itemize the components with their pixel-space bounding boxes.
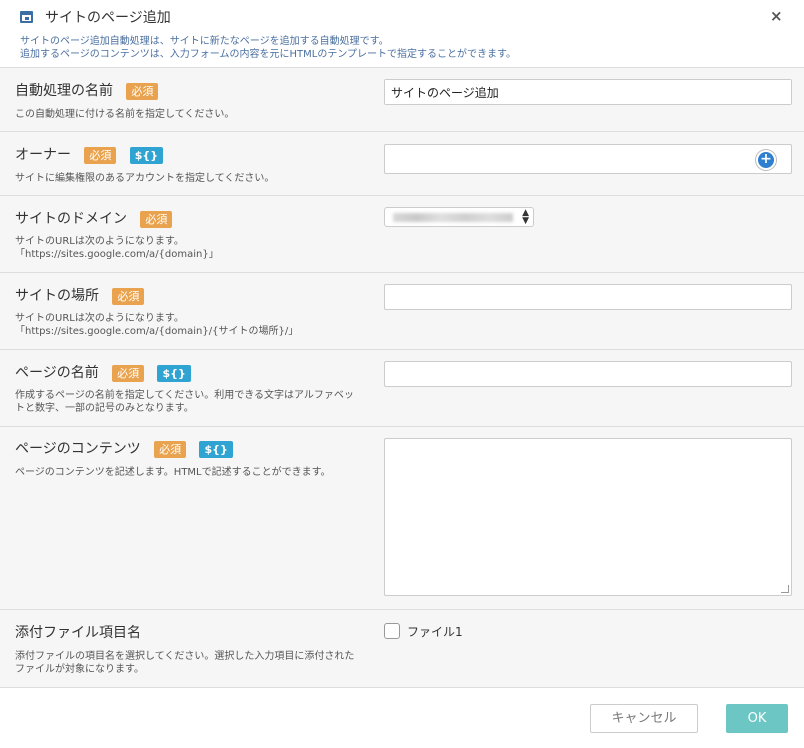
dialog-description-line2: 追加するページのコンテンツは、入力フォームの内容を元にHTMLのテンプレートで指… — [20, 49, 517, 60]
domain-select-value — [393, 213, 513, 222]
dialog-header: サイトのページ追加 × サイトのページ追加自動処理は、サイトに新たなページを追加… — [0, 0, 804, 68]
page-name-input[interactable] — [384, 361, 792, 387]
field-row-page-name: ページの名前 必須 ${} 作成するページの名前を指定してください。利用できる文… — [0, 350, 804, 427]
dialog-title: サイトのページ追加 — [45, 10, 171, 26]
add-owner-icon[interactable]: + — [756, 150, 776, 170]
updown-arrow-icon: ▲ ▼ — [522, 208, 529, 226]
field-help-content: ページのコンテンツを記述します。HTMLで記述することができます。 — [15, 467, 331, 478]
owner-input[interactable] — [384, 144, 792, 174]
field-help-location-line2: 「https://sites.google.com/a/{domain}/{サイ… — [15, 326, 299, 337]
field-row-location: サイトの場所 必須 サイトのURLは次のようになります。 「https://si… — [0, 273, 804, 350]
field-help-domain: サイトのURLは次のようになります。 「https://sites.google… — [15, 235, 360, 261]
field-row-attachment: 添付ファイル項目名 添付ファイルの項目名を選択してください。選択した入力項目に添… — [0, 610, 804, 688]
field-label-attachment: 添付ファイル項目名 — [15, 625, 141, 641]
variable-badge: ${} — [199, 440, 233, 458]
location-input[interactable] — [384, 284, 792, 310]
attachment-checkbox-label: ファイル1 — [407, 625, 463, 639]
variable-badge: ${} — [129, 146, 164, 164]
field-label-name: 自動処理の名前 必須 — [15, 80, 159, 100]
field-row-owner: オーナー 必須 ${} サイトに編集権限のあるアカウントを指定してください。 + — [0, 132, 804, 196]
field-label-page-name: ページの名前 必須 ${} — [15, 362, 191, 382]
cancel-button[interactable]: キャンセル — [590, 704, 698, 733]
field-label-location: サイトの場所 必須 — [15, 285, 145, 305]
field-label-owner: オーナー 必須 ${} — [15, 144, 164, 164]
field-help-owner: サイトに編集権限のあるアカウントを指定してください。 — [15, 173, 275, 184]
field-row-name: 自動処理の名前 必須 この自動処理に付ける名前を指定してください。 サイトのペー… — [0, 68, 804, 132]
content-textarea[interactable] — [384, 438, 792, 596]
field-help-page-name: 作成するページの名前を指定してください。利用できる文字はアルファベットと数字、一… — [15, 390, 354, 414]
field-label-domain: サイトのドメイン 必須 — [15, 208, 173, 228]
field-label-content: ページのコンテンツ 必須 ${} — [15, 438, 233, 458]
field-help-name: この自動処理に付ける名前を指定してください。 — [15, 109, 235, 120]
name-input[interactable]: サイトのページ追加 — [384, 79, 792, 105]
variable-badge: ${} — [157, 364, 191, 382]
ok-button[interactable]: OK — [726, 704, 788, 733]
field-help-domain-line2: 「https://sites.google.com/a/{domain}」 — [15, 249, 219, 260]
window-icon — [20, 11, 33, 23]
field-row-domain: サイトのドメイン 必須 サイトのURLは次のようになります。 「https://… — [0, 196, 804, 273]
field-help-location-line1: サイトのURLは次のようになります。 — [15, 313, 184, 324]
required-badge: 必須 — [126, 82, 159, 100]
required-badge: 必須 — [112, 287, 145, 305]
resize-grip-icon[interactable] — [781, 585, 789, 593]
required-badge: 必須 — [112, 364, 145, 382]
field-help-attachment: 添付ファイルの項目名を選択してください。選択した入力項目に添付されたファイルが対… — [15, 651, 355, 675]
required-badge: 必須 — [84, 146, 117, 164]
required-badge: 必須 — [140, 210, 173, 228]
field-row-content: ページのコンテンツ 必須 ${} ページのコンテンツを記述します。HTMLで記述… — [0, 427, 804, 610]
field-help-location: サイトのURLは次のようになります。 「https://sites.google… — [15, 312, 360, 338]
attachment-checkbox-file1[interactable] — [384, 623, 400, 639]
required-badge: 必須 — [154, 440, 187, 458]
dialog-footer: キャンセル OK — [0, 688, 804, 748]
domain-select[interactable]: ▲ ▼ — [384, 207, 534, 227]
close-icon[interactable]: × — [770, 8, 783, 24]
field-help-domain-line1: サイトのURLは次のようになります。 — [15, 236, 184, 247]
